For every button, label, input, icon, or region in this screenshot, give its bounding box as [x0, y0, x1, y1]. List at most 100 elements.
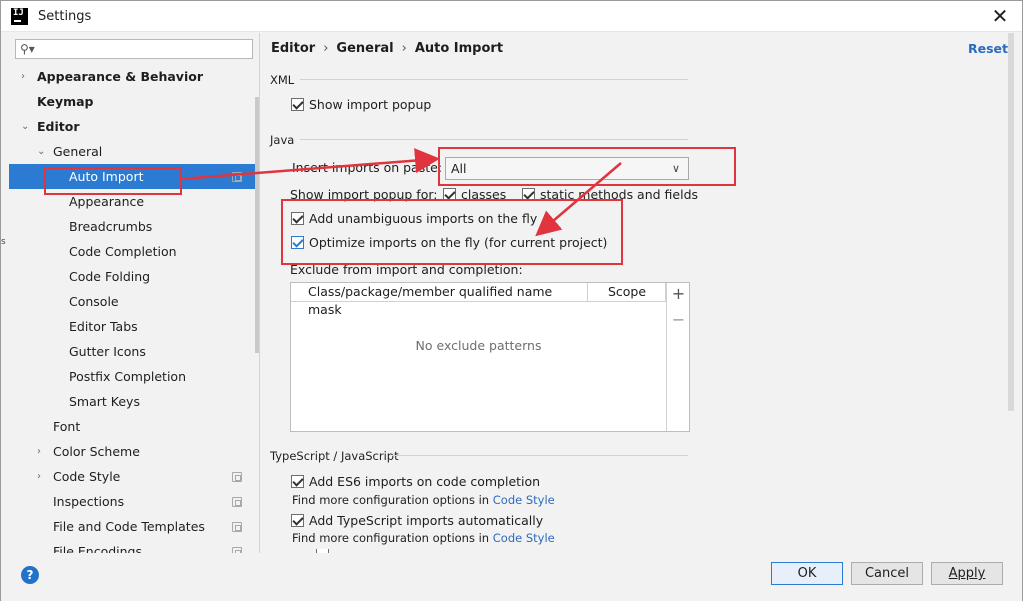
column-header-scope[interactable]: Scope — [589, 283, 666, 302]
sidebar-item-color-scheme[interactable]: › Color Scheme — [9, 439, 247, 464]
sidebar-item-label: Code Folding — [69, 269, 151, 284]
breadcrumb-item: General — [336, 41, 394, 56]
sidebar-item-console[interactable]: Console — [9, 289, 247, 314]
sidebar-item-general[interactable]: ⌄ General — [9, 139, 247, 164]
sidebar-item-file-and-code-templates[interactable]: File and Code Templates — [9, 514, 247, 539]
sidebar-item-postfix-completion[interactable]: Postfix Completion — [9, 364, 247, 389]
sidebar-item-font[interactable]: Font — [9, 414, 247, 439]
apply-button[interactable]: Apply — [931, 562, 1003, 585]
add-es6-imports-checkbox[interactable]: Add ES6 imports on code completion — [291, 474, 540, 489]
hint-text: Find more configuration options in — [292, 493, 490, 507]
chevron-right-icon[interactable]: › — [37, 439, 47, 464]
annotation-box-fly-options — [281, 199, 623, 265]
add-typescript-imports-checkbox[interactable]: Add TypeScript imports automatically — [291, 513, 543, 528]
annotation-box-insert-imports — [438, 147, 736, 186]
breadcrumb: Editor › General › Auto Import — [271, 41, 509, 56]
window-title: Settings — [38, 9, 92, 24]
sidebar-item-gutter-icons[interactable]: Gutter Icons — [9, 339, 247, 364]
settings-window: IJ Settings ✕ ⚲▾ › Appearance & Behavior K… — [0, 0, 1023, 601]
sidebar-item-smart-keys[interactable]: Smart Keys — [9, 389, 247, 414]
reset-link[interactable]: Reset — [968, 41, 1008, 56]
section-title-typescript: TypeScript / JavaScript — [270, 449, 399, 463]
more-options-hint: Find more configuration options in Code … — [292, 493, 555, 507]
section-title-xml: XML — [270, 73, 295, 87]
show-import-popup-xml-checkbox[interactable]: Show import popup — [291, 97, 431, 112]
add-icon[interactable]: + — [670, 285, 687, 302]
title-bar: IJ Settings ✕ — [1, 1, 1022, 32]
sidebar-item-label: Console — [69, 294, 119, 309]
project-scope-icon — [232, 472, 242, 482]
sidebar-item-code-completion[interactable]: Code Completion — [9, 239, 247, 264]
sidebar-item-breadcrumbs[interactable]: Breadcrumbs — [9, 214, 247, 239]
sidebar-item-editor-tabs[interactable]: Editor Tabs — [9, 314, 247, 339]
sidebar-item-code-style[interactable]: › Code Style — [9, 464, 247, 489]
close-icon[interactable]: ✕ — [986, 4, 1014, 28]
background-edge-marks: s — [1, 237, 6, 247]
sidebar-item-label: Appearance & Behavior — [37, 69, 203, 84]
help-icon[interactable]: ? — [21, 566, 39, 584]
sidebar-item-label: File Encodings — [53, 544, 143, 553]
section-divider — [300, 79, 688, 80]
sidebar-item-label: Postfix Completion — [69, 369, 186, 384]
checkbox-label: Add TypeScript imports automatically — [309, 513, 544, 528]
sidebar-item-editor[interactable]: ⌄ Editor — [9, 114, 247, 139]
settings-content: Editor › General › Auto Import Reset XML Sho… — [259, 33, 1022, 553]
ok-button[interactable]: OK — [771, 562, 843, 585]
sidebar-item-label: Keymap — [37, 94, 94, 109]
hint-text: Find more configuration options in — [292, 531, 490, 545]
sidebar-item-file-encodings[interactable]: File Encodings — [9, 539, 247, 553]
checkbox-label: Add ES6 imports on code completion — [309, 474, 541, 489]
settings-sidebar: ⚲▾ › Appearance & Behavior Keymap ⌄ Editor ⌄ G… — [9, 33, 259, 553]
sidebar-item-label: Editor Tabs — [69, 319, 138, 334]
exclude-table: Class/package/member qualified name mask… — [290, 282, 690, 432]
code-style-link[interactable]: Code Style — [493, 531, 555, 545]
chevron-right-icon[interactable]: › — [21, 64, 31, 89]
section-divider — [392, 455, 688, 456]
breadcrumb-separator-icon: › — [401, 41, 407, 56]
project-scope-icon — [232, 522, 242, 532]
sidebar-item-label: Font — [53, 419, 81, 434]
more-options-hint: Find more configuration options in Code … — [292, 531, 555, 545]
code-style-link[interactable]: Code Style — [493, 493, 555, 507]
chevron-right-icon[interactable]: › — [37, 464, 47, 489]
section-title-java: Java — [270, 133, 295, 147]
apply-label: Apply — [948, 566, 986, 581]
dialog-footer: ? OK Cancel Apply — [1, 553, 1022, 601]
checkbox-label: Show import popup — [309, 97, 432, 112]
sidebar-item-label: Code Completion — [69, 244, 177, 259]
annotation-box-auto-import — [44, 167, 182, 195]
project-scope-icon — [232, 172, 242, 182]
sidebar-item-label: Gutter Icons — [69, 344, 146, 359]
chevron-down-icon[interactable]: ⌄ — [21, 114, 31, 139]
cancel-button[interactable]: Cancel — [851, 562, 923, 585]
breadcrumb-item: Editor — [271, 41, 316, 56]
breadcrumb-item: Auto Import — [414, 41, 504, 56]
sidebar-item-label: Breadcrumbs — [69, 219, 153, 234]
sidebar-item-label: Code Style — [53, 469, 121, 484]
search-input[interactable]: ⚲▾ — [15, 39, 253, 59]
section-divider — [300, 139, 688, 140]
sidebar-item-label: Color Scheme — [53, 444, 140, 459]
sidebar-item-label: Inspections — [53, 494, 125, 509]
checkbox-checked-icon — [291, 98, 304, 111]
sidebar-item-keymap[interactable]: Keymap — [9, 89, 247, 114]
settings-tree: › Appearance & Behavior Keymap ⌄ Editor ⌄ Gene… — [9, 64, 259, 553]
sidebar-item-appearance-behavior[interactable]: › Appearance & Behavior — [9, 64, 247, 89]
sidebar-item-label: General — [53, 144, 103, 159]
sidebar-item-label: Editor — [37, 119, 80, 134]
empty-table-message: No exclude patterns — [415, 338, 542, 353]
insert-imports-label: Insert imports on paste: — [292, 160, 443, 175]
sidebar-item-label: Smart Keys — [69, 394, 140, 409]
intellij-logo-icon: IJ — [11, 8, 28, 25]
sidebar-item-label: File and Code Templates — [53, 519, 205, 534]
chevron-down-icon[interactable]: ⌄ — [37, 139, 47, 164]
remove-icon[interactable]: − — [670, 311, 687, 328]
content-scrollbar[interactable] — [1008, 33, 1014, 411]
sidebar-item-inspections[interactable]: Inspections — [9, 489, 247, 514]
column-header-mask[interactable]: Class/package/member qualified name mask — [291, 283, 588, 317]
sidebar-item-code-folding[interactable]: Code Folding — [9, 264, 247, 289]
checkbox-checked-icon — [291, 514, 304, 527]
table-header: Class/package/member qualified name mask… — [291, 283, 666, 317]
breadcrumb-separator-icon: › — [323, 41, 329, 56]
checkbox-checked-icon — [291, 475, 304, 488]
